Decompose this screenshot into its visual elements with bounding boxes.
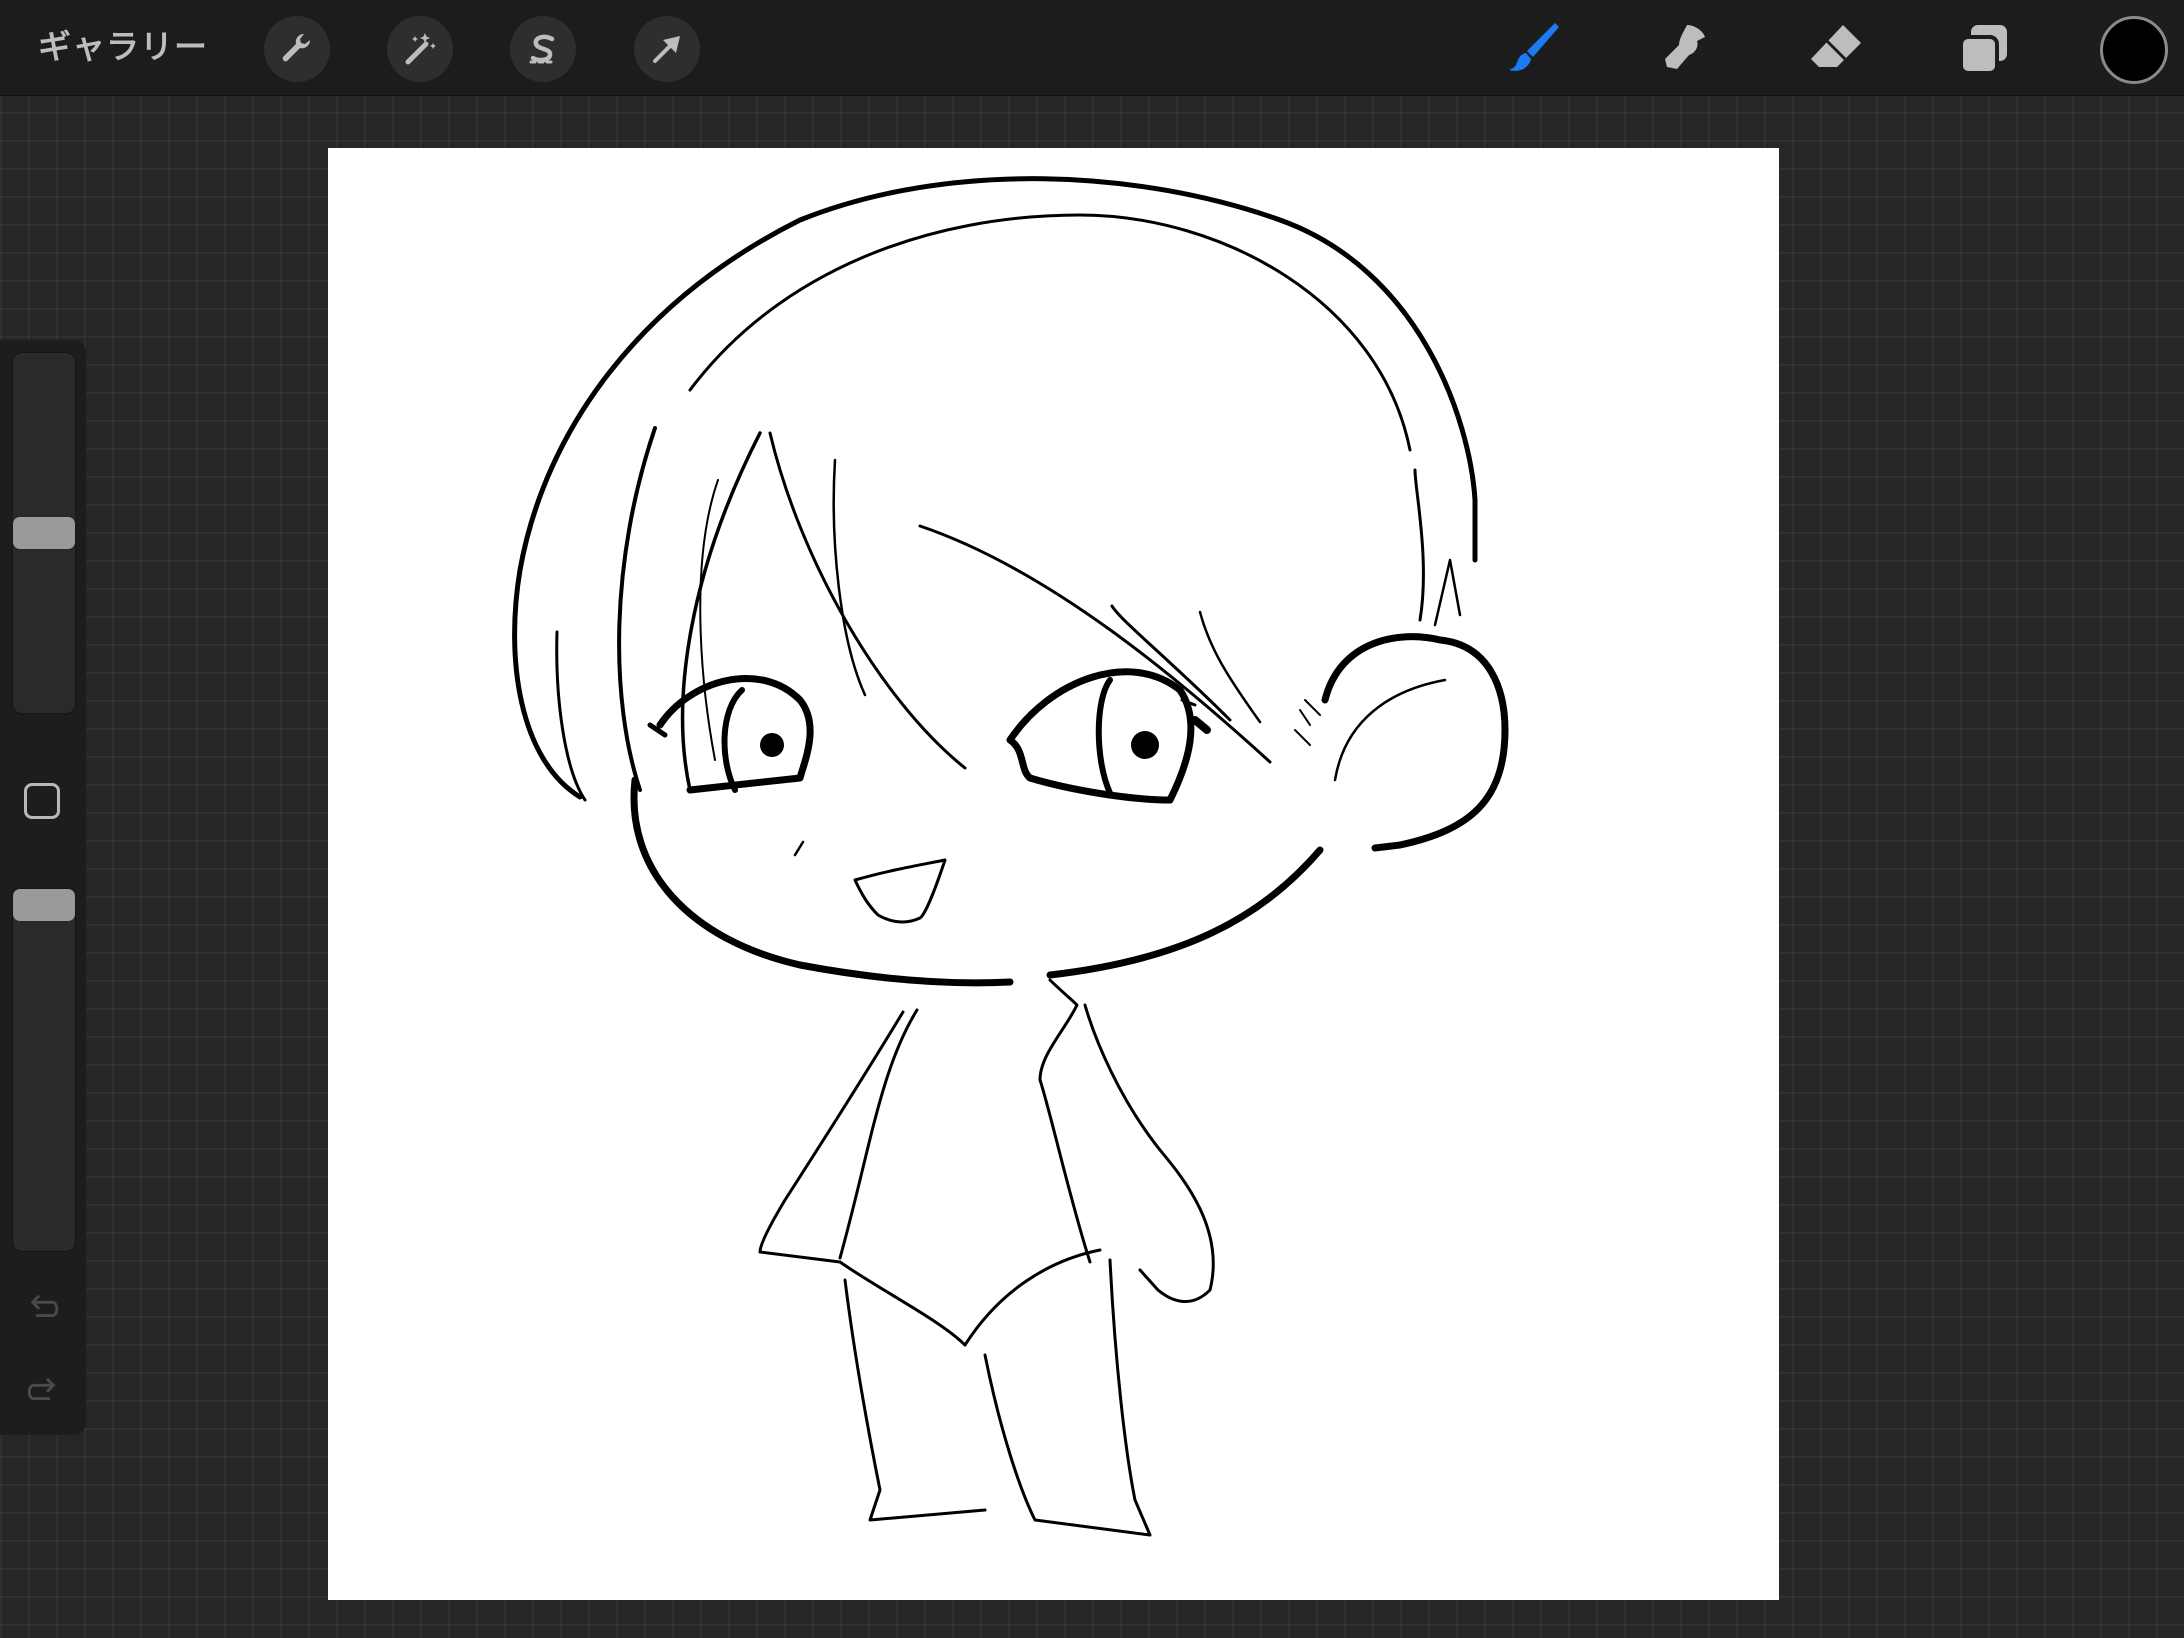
drawing-canvas[interactable]	[328, 148, 1779, 1600]
opacity-slider[interactable]	[12, 888, 76, 1252]
brush-icon[interactable]	[1500, 12, 1572, 84]
gallery-button[interactable]: ギャラリー	[38, 24, 208, 70]
top-toolbar: ギャラリー	[0, 0, 2184, 96]
color-picker[interactable]	[2100, 16, 2168, 84]
chibi-character-lineart	[512, 176, 1509, 1537]
smudge-icon[interactable]	[1650, 12, 1722, 84]
undo-icon[interactable]	[22, 1287, 64, 1329]
transform-arrow-icon[interactable]	[634, 16, 700, 82]
actions-wrench-icon[interactable]	[264, 16, 330, 82]
adjustments-magic-wand-icon[interactable]	[387, 16, 453, 82]
brush-size-slider[interactable]	[12, 352, 76, 714]
selection-s-icon[interactable]	[510, 16, 576, 82]
redo-icon[interactable]	[22, 1370, 64, 1412]
opacity-thumb[interactable]	[13, 889, 75, 921]
left-sidebar	[0, 340, 86, 1435]
layers-icon[interactable]	[1948, 12, 2020, 84]
eraser-icon[interactable]	[1800, 12, 1872, 84]
brush-size-thumb[interactable]	[13, 517, 75, 549]
modify-square-icon[interactable]	[24, 783, 60, 819]
